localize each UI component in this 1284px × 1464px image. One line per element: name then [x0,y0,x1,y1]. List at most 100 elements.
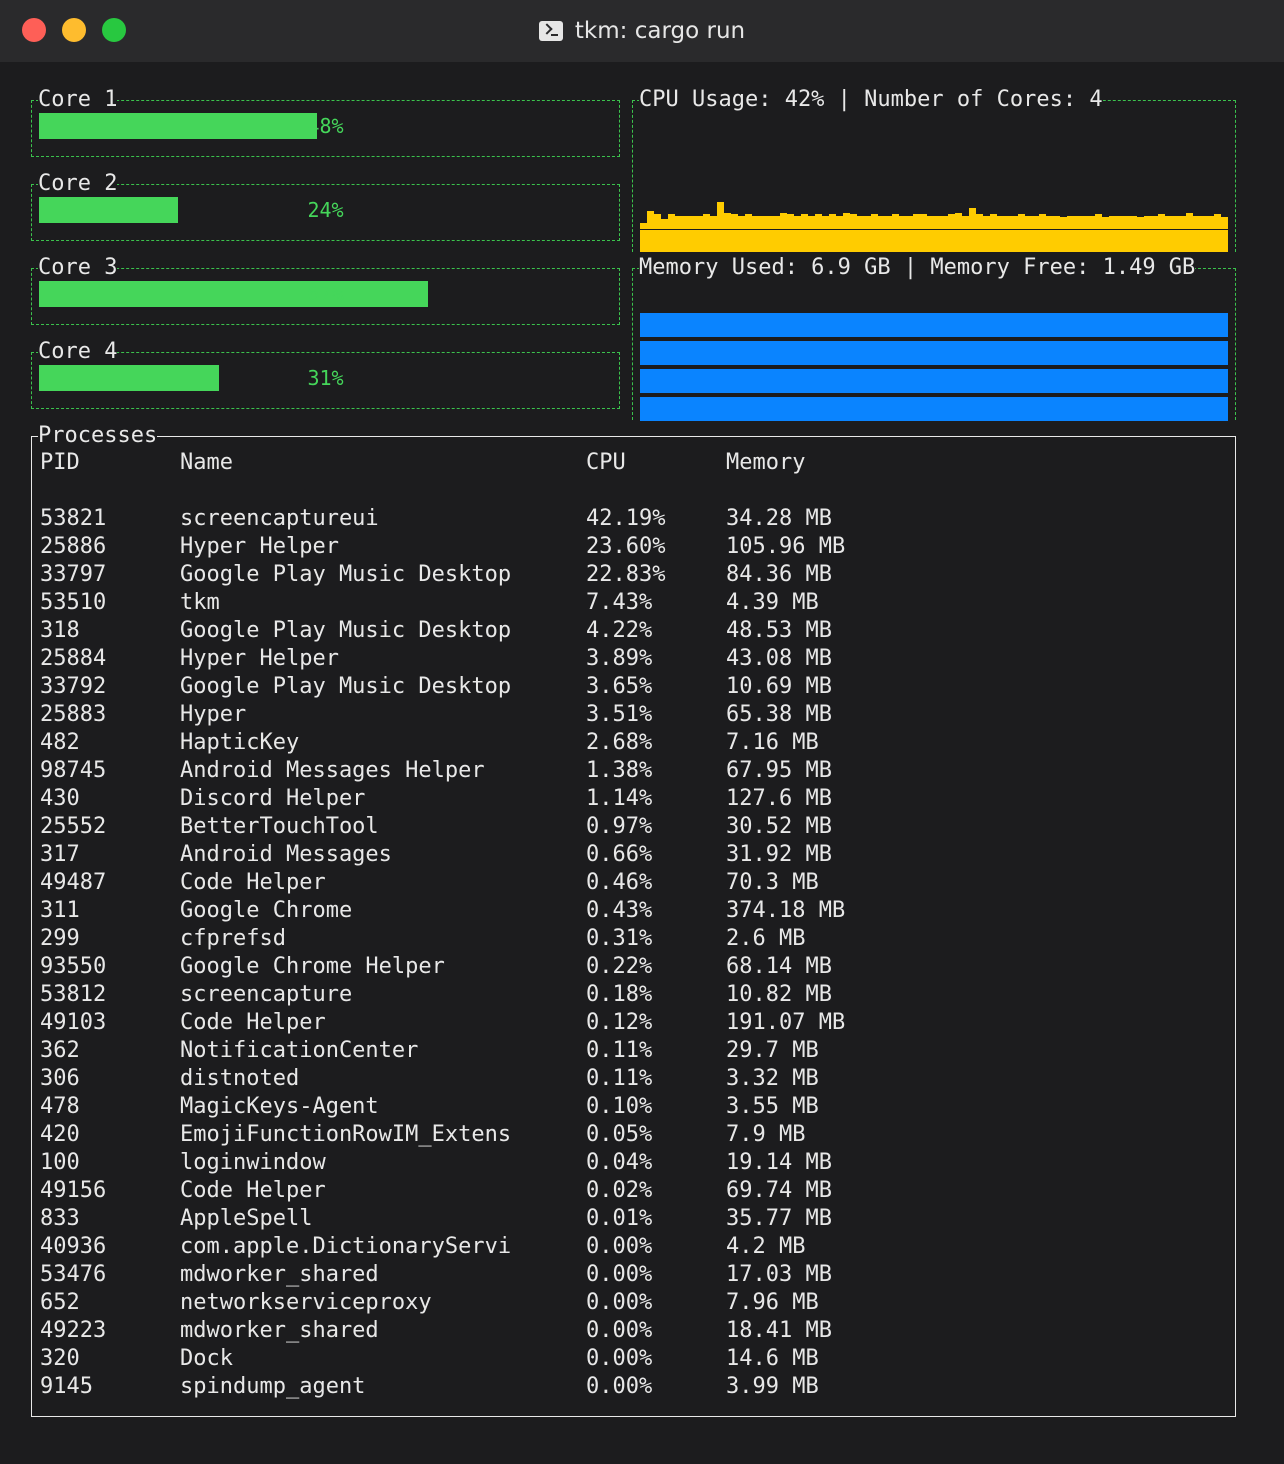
cpu-history-bar [1109,215,1116,229]
core-label-3: Core 3 [38,255,118,281]
process-cpu: 0.18% [586,982,653,1007]
process-name: Google Play Music Desktop [180,618,512,643]
process-pid: 49156 [40,1178,107,1203]
core-panel-1: Core 1 48% [31,87,620,157]
process-cpu: 0.01% [586,1206,653,1231]
cpu-history-bar [682,215,689,229]
process-name: Code Helper [180,1178,326,1203]
cpu-history-bar [843,212,850,229]
process-cpu: 0.66% [586,842,653,867]
cpu-history-bar [1193,215,1200,229]
process-cpu: 42.19% [586,506,666,531]
process-cpu: 7.43% [586,590,653,615]
process-cpu: 0.00% [586,1346,653,1371]
process-memory: 10.82 MB [726,982,832,1007]
processes-header: PID Name CPU Memory [40,449,805,477]
process-pid: 53812 [40,982,107,1007]
cpu-history-bar [703,214,710,229]
cpu-history-bar [738,215,745,229]
terminal-icon [538,21,563,41]
core-percent-1: 48% [307,114,344,138]
header-name[interactable]: Name [180,449,233,477]
process-cpu: 3.65% [586,674,653,699]
cpu-history-bar [1011,215,1018,229]
memory-bar-3 [640,369,1228,393]
cpu-history-bar [766,215,773,229]
process-name: EmojiFunctionRowIM_Extens [180,1122,512,1147]
process-cpu: 0.43% [586,898,653,923]
process-pid: 49223 [40,1318,107,1343]
cpu-history-bar [1207,215,1214,229]
process-pid: 25552 [40,814,107,839]
processes-label: Processes [38,423,158,449]
process-memory: 17.03 MB [726,1262,832,1287]
window-titlebar: tkm: cargo run [0,0,1284,62]
process-name: HapticKey [180,730,300,755]
cpu-history-bar [864,215,871,229]
process-cpu: 0.02% [586,1178,653,1203]
cpu-history-bar [1095,214,1102,229]
cpu-history-bar [1172,215,1179,229]
cpu-history-bar [885,215,892,229]
process-name: Android Messages Helper [180,758,485,783]
cpu-history-bar [1179,215,1186,229]
cpu-history-bar [892,214,899,229]
process-cpu: 4.22% [586,618,653,643]
memory-bar-2 [640,341,1228,365]
process-memory: 30.52 MB [726,814,832,839]
process-memory: 43.08 MB [726,646,832,671]
cpu-history-bar [675,215,682,229]
cpu-history-bar [990,214,997,229]
process-name: BetterTouchTool [180,814,379,839]
cpu-history-bar [969,208,976,229]
process-cpu: 0.00% [586,1374,653,1399]
header-memory[interactable]: Memory [726,449,805,477]
cpu-history-bar [724,212,731,229]
process-name: Dock [180,1346,233,1371]
process-name: cfprefsd [180,926,286,951]
process-name: tkm [180,590,220,615]
cpu-history-bar [983,215,990,229]
process-name: Google Chrome Helper [180,954,445,979]
cpu-history-bar [1053,215,1060,229]
core-panel-2: Core 2 24% [31,171,620,241]
cpu-history-bar [920,214,927,229]
cpu-history-bar [871,214,878,229]
process-cpu: 0.31% [586,926,653,951]
cpu-history-bar [640,223,647,229]
process-pid: 25883 [40,702,107,727]
process-name: mdworker_shared [180,1318,379,1343]
cpu-history-bar [899,215,906,229]
process-memory: 70.3 MB [726,870,819,895]
process-cpu: 0.11% [586,1066,653,1091]
process-memory: 105.96 MB [726,534,846,559]
process-cpu: 0.46% [586,870,653,895]
cpu-history-bar [1074,215,1081,229]
process-memory: 191.07 MB [726,1010,846,1035]
process-memory: 3.55 MB [726,1094,819,1119]
cpu-history-bar [1151,215,1158,229]
cpu-history-bar [941,215,948,229]
process-name: Google Play Music Desktop [180,674,512,699]
core-label-1: Core 1 [38,87,118,113]
core-label-4: Core 4 [38,339,118,365]
cpu-history-graph [640,101,1228,251]
header-cpu[interactable]: CPU [586,449,626,477]
cpu-history-bar [1165,215,1172,229]
cpu-history-bar [759,215,766,229]
process-cpu: 0.11% [586,1038,653,1063]
cpu-history-bar [808,215,815,229]
process-cpu: 0.22% [586,954,653,979]
process-pid: 25884 [40,646,107,671]
cpu-history-bar [1088,215,1095,229]
process-memory: 4.39 MB [726,590,819,615]
cpu-history-bar [1025,215,1032,229]
process-name: Android Messages [180,842,392,867]
process-cpu: 22.83% [586,562,666,587]
process-cpu: 0.00% [586,1234,653,1259]
process-name: spindump_agent [180,1374,366,1399]
process-memory: 31.92 MB [726,842,832,867]
header-pid[interactable]: PID [40,449,80,477]
cpu-history-bar [661,218,668,229]
cpu-history-bar [1102,217,1109,229]
